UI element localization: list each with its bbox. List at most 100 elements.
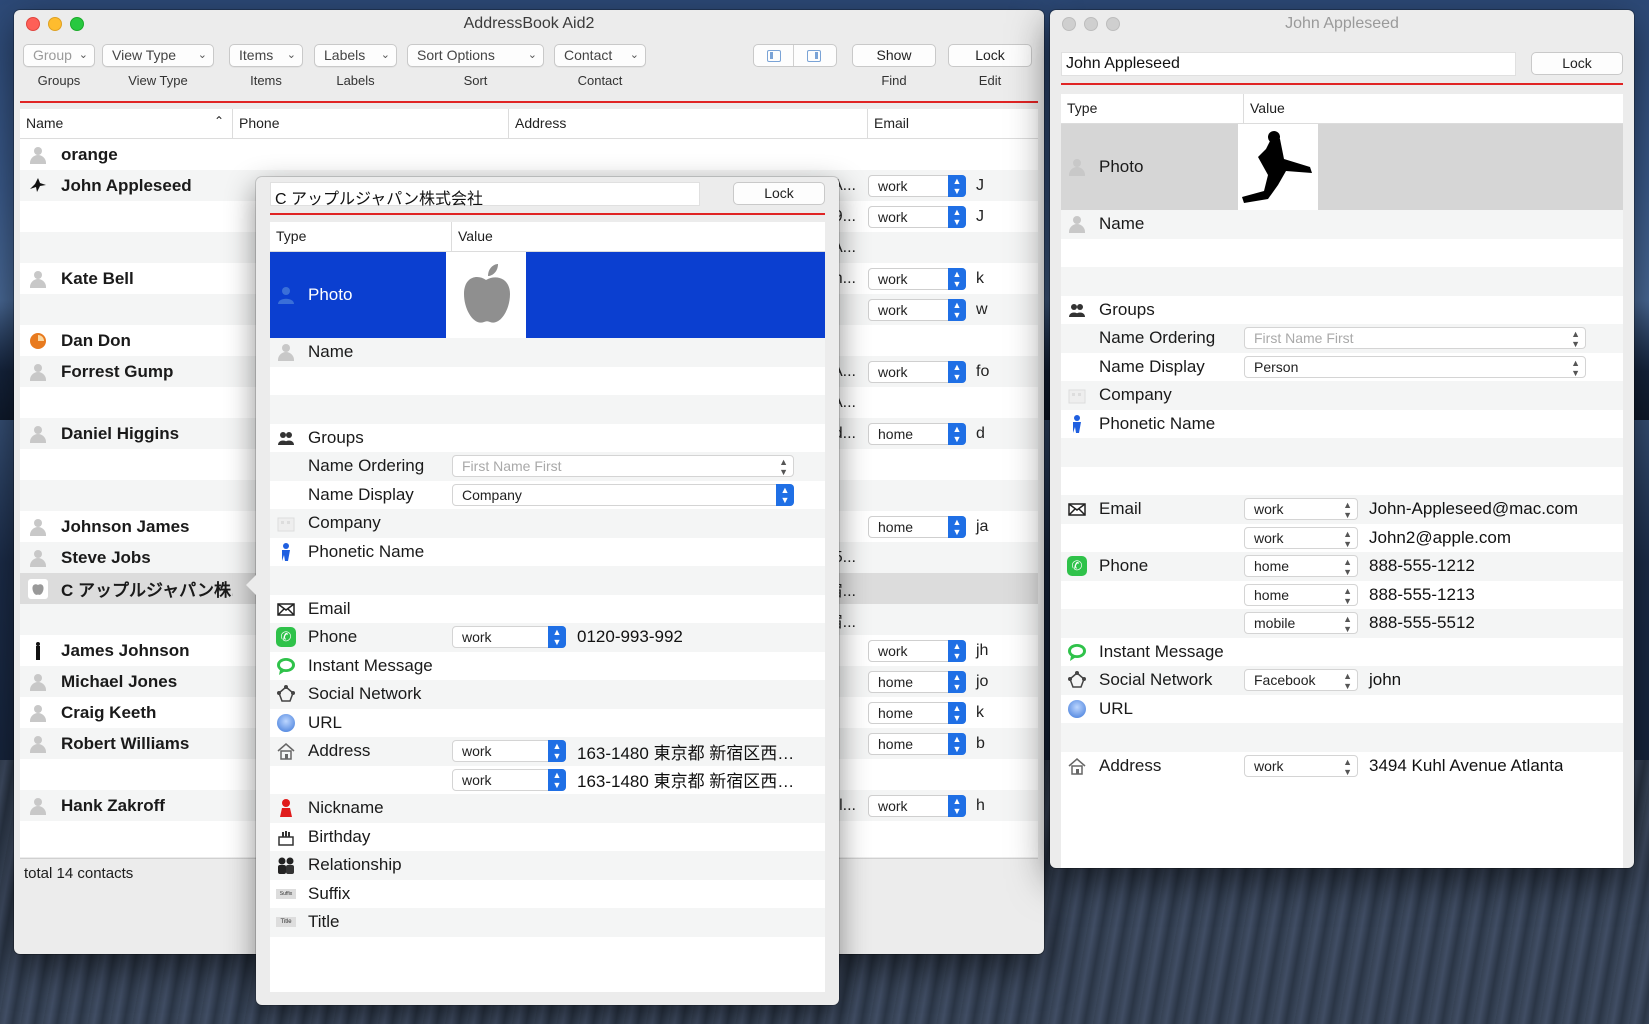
detail-row[interactable]	[1061, 267, 1623, 296]
detail-row[interactable]: Email	[270, 595, 825, 624]
popover-lock-button[interactable]: Lock	[733, 182, 825, 205]
detail-row[interactable]: Social Network Facebook ▲ ▼ john	[1061, 666, 1623, 695]
detail-row[interactable]: Groups	[1061, 296, 1623, 325]
left-pane-toggle[interactable]	[754, 45, 794, 66]
sort-options-popup[interactable]: Sort Options ⌄	[407, 44, 544, 67]
detail-row[interactable]: Relationship	[270, 851, 825, 880]
contact-photo[interactable]	[446, 252, 526, 338]
zoom-window-button[interactable]	[70, 17, 84, 31]
field-select[interactable]: Person ▲ ▼	[1244, 355, 1586, 378]
column-header-type[interactable]: Type	[1061, 94, 1244, 123]
detail-row[interactable]	[1061, 467, 1623, 496]
detail-row[interactable]	[1061, 723, 1623, 752]
field-select[interactable]: work ▲ ▼	[452, 626, 566, 649]
column-header-value[interactable]: Value	[1244, 94, 1623, 123]
detail-row[interactable]: Name	[270, 338, 825, 367]
field-select[interactable]: First Name First ▲ ▼	[1244, 327, 1586, 350]
field-select[interactable]: work ▲ ▼	[1244, 754, 1358, 777]
labels-popup[interactable]: Labels ⌄	[314, 44, 397, 67]
email-label-popup[interactable]: work ▲ ▼	[868, 794, 966, 817]
detail-row[interactable]: Name Ordering First Name First ▲ ▼	[1061, 324, 1623, 353]
detail-row[interactable]: Name Display Company ▲ ▼	[270, 481, 825, 510]
email-label-popup[interactable]: work ▲ ▼	[868, 267, 966, 290]
contact-name-field[interactable]: John Appleseed	[1061, 52, 1516, 76]
right-pane-toggle[interactable]	[794, 45, 834, 66]
detail-row[interactable]: Photo	[1061, 124, 1623, 210]
email-label-popup[interactable]: work ▲ ▼	[868, 174, 966, 197]
field-select[interactable]: First Name First ▲ ▼	[452, 455, 794, 478]
contact-name-field[interactable]: C アップルジャパン株式会社	[270, 182, 700, 208]
email-label-popup[interactable]: home ▲ ▼	[868, 732, 966, 755]
field-select[interactable]: Facebook ▲ ▼	[1244, 669, 1358, 692]
contact-photo[interactable]	[1238, 124, 1318, 210]
detail-row[interactable]: work ▲ ▼ 163-1480 東京都 新宿区西…	[270, 766, 825, 795]
column-header-phone[interactable]: Phone	[233, 109, 509, 138]
detail-row[interactable]	[270, 566, 825, 595]
detail-row[interactable]	[270, 395, 825, 424]
table-row[interactable]: orange	[20, 139, 1038, 170]
field-select[interactable]: work ▲ ▼	[452, 768, 566, 791]
zoom-window-button[interactable]	[1106, 17, 1120, 31]
field-select[interactable]: work ▲ ▼	[1244, 526, 1358, 549]
contact-popup[interactable]: Contact ⌄	[554, 44, 646, 67]
view-type-popup[interactable]: View Type ⌄	[102, 44, 214, 67]
detail-row[interactable]: Social Network	[270, 680, 825, 709]
show-button[interactable]: Show	[852, 44, 936, 67]
close-window-button[interactable]	[26, 17, 40, 31]
field-select[interactable]: work ▲ ▼	[1244, 498, 1358, 521]
detail-row[interactable]: Company	[270, 509, 825, 538]
column-header-value[interactable]: Value	[452, 222, 825, 251]
detail-row[interactable]: Birthday	[270, 823, 825, 852]
email-label-popup[interactable]: home ▲ ▼	[868, 701, 966, 724]
detail-row[interactable]: mobile ▲ ▼ 888-555-5512	[1061, 609, 1623, 638]
detail-row[interactable]: Nickname	[270, 794, 825, 823]
detail-row[interactable]: Address work ▲ ▼ 163-1480 東京都 新宿区西…	[270, 737, 825, 766]
detail-row[interactable]	[1061, 438, 1623, 467]
detail-lock-button[interactable]: Lock	[1531, 52, 1623, 75]
field-select[interactable]: home ▲ ▼	[1244, 583, 1358, 606]
email-label-popup[interactable]: work ▲ ▼	[868, 639, 966, 662]
email-label-popup[interactable]: home ▲ ▼	[868, 422, 966, 445]
email-label-popup[interactable]: home ▲ ▼	[868, 515, 966, 538]
items-popup[interactable]: Items ⌄	[229, 44, 303, 67]
email-label-popup[interactable]: work ▲ ▼	[868, 360, 966, 383]
email-label-popup[interactable]: home ▲ ▼	[868, 670, 966, 693]
detail-row[interactable]: Name	[1061, 210, 1623, 239]
detail-row[interactable]: Phonetic Name	[270, 538, 825, 567]
detail-row[interactable]: ✆ Phone home ▲ ▼ 888-555-1212	[1061, 552, 1623, 581]
detail-row[interactable]: Suffix Suffix	[270, 880, 825, 909]
minimize-window-button[interactable]	[48, 17, 62, 31]
detail-row[interactable]	[270, 367, 825, 396]
detail-row[interactable]: URL	[1061, 695, 1623, 724]
column-header-address[interactable]: Address	[509, 109, 868, 138]
detail-row[interactable]: Instant Message	[270, 652, 825, 681]
detail-row[interactable]: ✆ Phone work ▲ ▼ 0120-993-992	[270, 623, 825, 652]
detail-row[interactable]: Title Title	[270, 908, 825, 937]
detail-row[interactable]: home ▲ ▼ 888-555-1213	[1061, 581, 1623, 610]
column-header-name[interactable]: Name ⌃	[20, 109, 233, 138]
detail-row[interactable]: Address work ▲ ▼ 3494 Kuhl Avenue Atlanta	[1061, 752, 1623, 781]
column-header-type[interactable]: Type	[270, 222, 452, 251]
detail-row[interactable]: Name Ordering First Name First ▲ ▼	[270, 452, 825, 481]
field-select[interactable]: work ▲ ▼	[452, 740, 566, 763]
email-label-popup[interactable]: work ▲ ▼	[868, 205, 966, 228]
detail-row[interactable]: Company	[1061, 381, 1623, 410]
lock-button[interactable]: Lock	[948, 44, 1032, 67]
detail-row[interactable]: URL	[270, 709, 825, 738]
column-header-email[interactable]: Email	[868, 109, 998, 138]
group-popup[interactable]: Group ⌄	[23, 44, 95, 67]
close-window-button[interactable]	[1062, 17, 1076, 31]
detail-row[interactable]: Photo	[270, 252, 825, 338]
detail-row[interactable]: Groups	[270, 424, 825, 453]
email-label-popup[interactable]: work ▲ ▼	[868, 298, 966, 321]
detail-row[interactable]: Phonetic Name	[1061, 410, 1623, 439]
field-select[interactable]: Company ▲ ▼	[452, 483, 794, 506]
minimize-window-button[interactable]	[1084, 17, 1098, 31]
detail-row[interactable]: Instant Message	[1061, 638, 1623, 667]
detail-row[interactable]	[1061, 239, 1623, 268]
detail-row[interactable]: Name Display Person ▲ ▼	[1061, 353, 1623, 382]
detail-row[interactable]: Email work ▲ ▼ John-Appleseed@mac.com	[1061, 495, 1623, 524]
field-select[interactable]: mobile ▲ ▼	[1244, 612, 1358, 635]
detail-row[interactable]: work ▲ ▼ John2@apple.com	[1061, 524, 1623, 553]
field-select[interactable]: home ▲ ▼	[1244, 555, 1358, 578]
